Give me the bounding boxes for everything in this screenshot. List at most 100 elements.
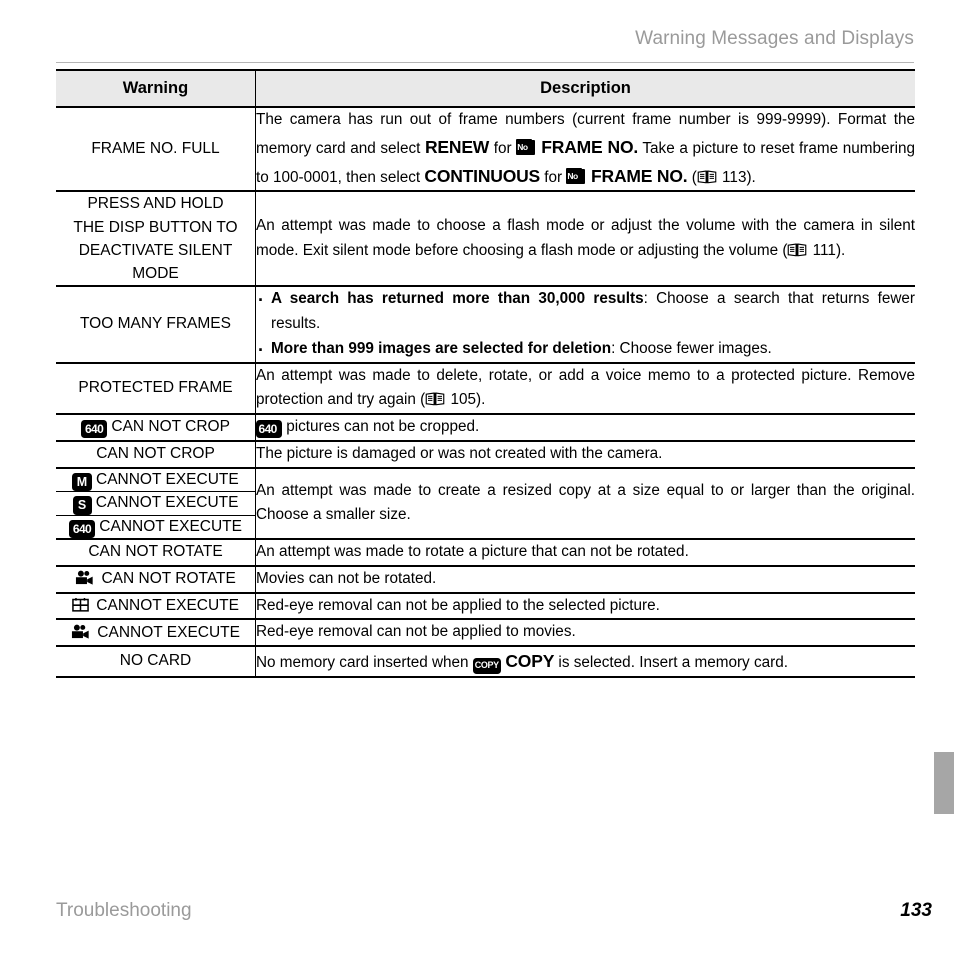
movie-camera-icon <box>76 570 93 585</box>
warning-label-cell: CAN NOT ROTATE <box>56 565 256 594</box>
body-text: ( <box>687 168 697 186</box>
body-text: for <box>540 168 567 186</box>
badge-s-icon: S <box>72 496 92 515</box>
header-divider <box>56 62 914 63</box>
body-text: CANNOT EXECUTE <box>92 596 239 614</box>
multi-frame-icon <box>72 597 89 612</box>
body-text: 111). <box>808 241 846 259</box>
description-bullet-list: A search has returned more than 30,000 r… <box>256 286 915 365</box>
warning-label-cell: 640 CAN NOT CROP <box>56 414 256 442</box>
description-cell: Red-eye removal can not be applied to th… <box>255 592 915 621</box>
body-text: An attempt was made to rotate a picture … <box>256 543 689 561</box>
warning-label-cell: CANNOT EXECUTE <box>56 619 256 648</box>
body-text: 113). <box>717 168 756 186</box>
frame-no-icon: No <box>566 167 586 185</box>
body-text: CANNOT EXECUTE <box>95 517 242 535</box>
emphasis-text: CONTINUOUS <box>424 165 541 186</box>
body-text: CANNOT EXECUTE <box>93 623 240 641</box>
warning-label-cell: CAN NOT CROP <box>56 440 256 469</box>
warning-label-cell: M CANNOT EXECUTE <box>56 467 256 493</box>
warning-label-cell: CANNOT EXECUTE <box>56 592 256 621</box>
badge-640-icon: 640 <box>256 420 282 439</box>
body-text: CANNOT EXECUTE <box>91 470 239 488</box>
warning-label-cell: TOO MANY FRAMES <box>56 286 256 364</box>
table-body: FRAME NO. FULL The camera has run out of … <box>56 107 915 678</box>
warning-label-cell: 640 CANNOT EXECUTE <box>56 515 256 541</box>
emphasis-text: FRAME NO. <box>536 136 639 157</box>
body-text: Movies can not be rotated. <box>256 569 437 587</box>
body-text: No memory card inserted when <box>256 654 473 672</box>
table-row: CANNOT EXECUTE Red-eye removal can not be… <box>56 619 915 648</box>
page-header-title: Warning Messages and Displays <box>635 28 914 49</box>
body-text: Red-eye removal can not be applied to mo… <box>256 623 576 641</box>
emphasis-text: FRAME NO. <box>586 165 688 186</box>
description-cell: The picture is damaged or was not create… <box>255 440 915 469</box>
warning-label-cell: S CANNOT EXECUTE <box>56 491 256 516</box>
body-text: An attempt was made to delete, rotate, o… <box>256 366 915 409</box>
body-text: CANNOT EXECUTE <box>91 494 239 512</box>
warning-label-cell: PRESS AND HOLD THE DISP BUTTON TO DEACTIVA… <box>56 191 256 288</box>
emphasis-text: A search has returned more than 30,000 r… <box>271 290 644 308</box>
body-text: An attempt was made to create a resized … <box>256 481 915 524</box>
body-text: The picture is damaged or was not create… <box>256 444 663 462</box>
body-text: CAN NOT ROTATE <box>97 570 236 588</box>
table-row: CANNOT EXECUTE Red-eye removal can not be… <box>56 592 915 621</box>
table-row: PRESS AND HOLD THE DISP BUTTON TO DEACTIVA… <box>56 191 915 288</box>
table-row: CAN NOT ROTATE An attempt was made to rot… <box>56 539 915 567</box>
body-text: 105). <box>446 391 486 409</box>
description-cell: An attempt was made to delete, rotate, o… <box>255 362 915 416</box>
description-cell: A search has returned more than 30,000 r… <box>255 286 915 365</box>
description-cell: 640 pictures can not be cropped. <box>255 414 915 442</box>
list-item: More than 999 images are selected for de… <box>256 336 915 365</box>
chapter-edge-tab <box>934 752 954 814</box>
table-row: NO CARD No memory card inserted when COPY… <box>56 646 915 678</box>
body-text: Red-eye removal can not be applied to th… <box>256 596 660 614</box>
emphasis-text: RENEW <box>424 136 490 157</box>
footer-section-name: Troubleshooting <box>56 900 192 921</box>
frame-no-icon: No <box>516 138 536 156</box>
warning-label-cell: PROTECTED FRAME <box>56 362 256 416</box>
list-item: A search has returned more than 30,000 r… <box>256 286 915 337</box>
warning-label-line: DEACTIVATE SILENT MODE <box>78 241 233 283</box>
body-text: for <box>489 139 517 157</box>
body-text: pictures can not be cropped. <box>282 418 480 436</box>
description-cell: The camera has run out of frame numbers … <box>255 107 915 193</box>
table-row: CAN NOT ROTATE Movies can not be rotated. <box>56 565 915 594</box>
description-cell: An attempt was made to rotate a picture … <box>255 539 915 567</box>
table-row: M CANNOT EXECUTE An attempt was made to c… <box>56 467 915 541</box>
body-text: CAN NOT CROP <box>107 418 230 436</box>
running-header: Warning Messages and Displays <box>56 28 914 50</box>
description-cell: Red-eye removal can not be applied to mo… <box>255 619 915 648</box>
footer-page-number: 133 <box>900 900 932 921</box>
badge-640-icon: 640 <box>81 420 108 439</box>
badge-m-icon: M <box>72 472 92 492</box>
column-header-description: Description <box>255 69 915 108</box>
table-header-row: Warning Description <box>56 69 915 108</box>
table-row: 640 CAN NOT CROP 640 pictures can not be … <box>56 414 915 442</box>
emphasis-text: COPY <box>500 651 555 672</box>
badge-copy-icon: COPY <box>472 657 501 674</box>
table-row: FRAME NO. FULL The camera has run out of … <box>56 107 915 193</box>
column-header-warning: Warning <box>56 69 256 108</box>
book-reference-icon <box>697 169 717 183</box>
badge-640-icon: 640 <box>69 519 95 538</box>
emphasis-text: More than 999 images are selected for de… <box>271 339 612 357</box>
body-text: is selected. Insert a memory card. <box>554 654 788 672</box>
table-row: PROTECTED FRAME An attempt was made to de… <box>56 362 915 416</box>
warning-label-cell: FRAME NO. FULL <box>56 107 256 193</box>
page-footer: Troubleshooting 133 <box>56 900 932 922</box>
description-cell: Movies can not be rotated. <box>255 565 915 594</box>
table-row: CAN NOT CROP The picture is damaged or wa… <box>56 440 915 469</box>
table-row: TOO MANY FRAMES A search has returned mor… <box>56 286 915 365</box>
warning-label-line: THE DISP BUTTON TO <box>73 218 238 236</box>
warning-label-line: PRESS AND HOLD <box>87 195 224 213</box>
warning-label-cell: NO CARD <box>56 646 256 678</box>
description-cell: An attempt was made to create a resized … <box>255 467 915 541</box>
description-cell: No memory card inserted when COPY COPY i… <box>255 646 915 678</box>
book-reference-icon <box>788 243 807 257</box>
body-text: : Choose fewer images. <box>611 339 772 357</box>
warning-label-cell: CAN NOT ROTATE <box>56 539 256 567</box>
warning-messages-table: Warning Description FRAME NO. FULL The ca… <box>56 69 915 678</box>
movie-camera-icon <box>71 624 89 639</box>
description-cell: An attempt was made to choose a flash mo… <box>255 191 915 288</box>
